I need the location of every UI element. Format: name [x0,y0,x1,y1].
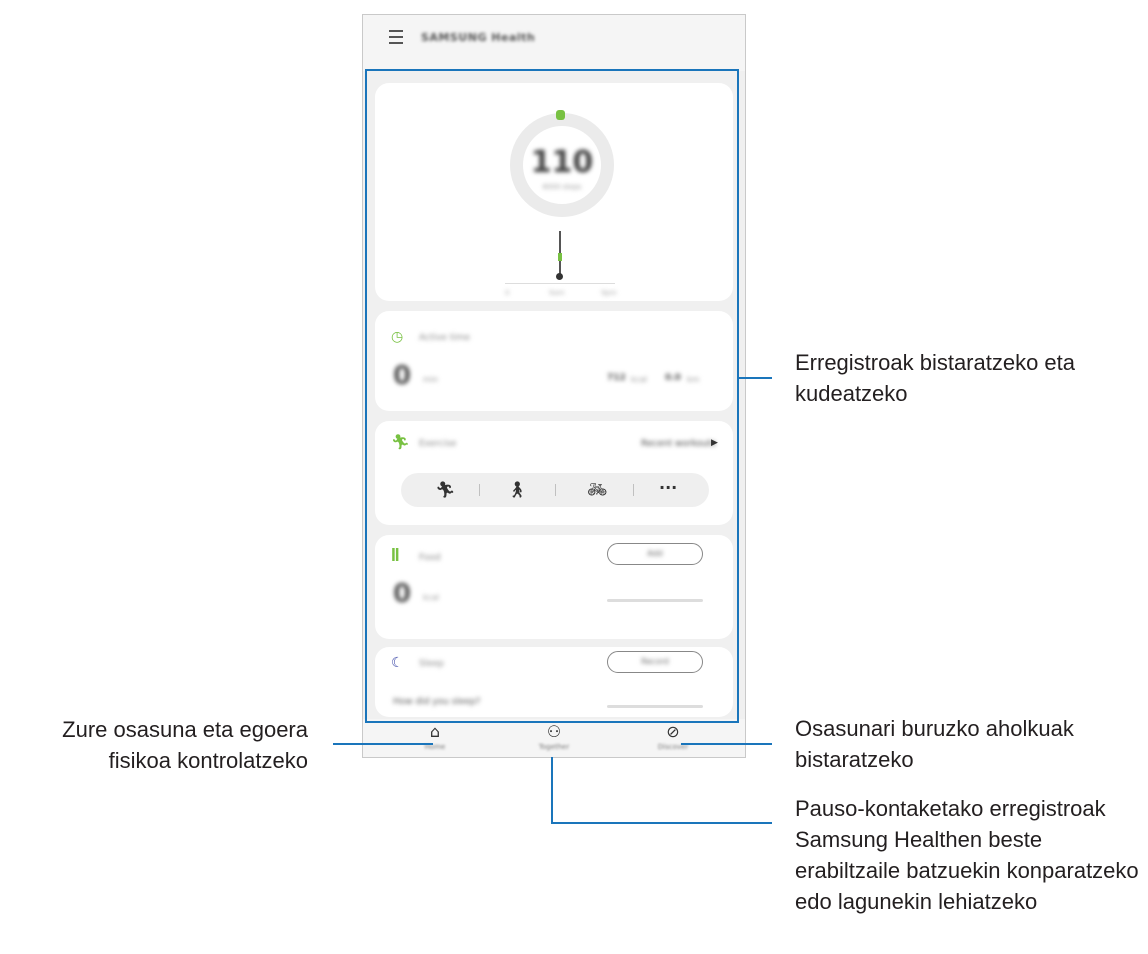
running-icon: 🏃︎ [391,433,411,451]
record-sleep-button[interactable]: Record [607,651,703,673]
active-time-value: 0 [393,361,412,391]
steps-timeline-highlight [558,253,562,261]
app-bar: SAMSUNG Health [363,15,745,71]
axis-tick: 9pm [601,289,617,297]
axis-tick: 9am [549,289,565,297]
food-unit: kcal [423,593,440,602]
running-icon[interactable]: 🏃︎ [435,480,455,499]
divider [555,484,556,496]
sleep-question: How did you sleep? [393,697,481,707]
food-progress-bar [607,599,703,602]
km-unit: km [687,375,700,384]
progress-indicator [556,110,565,120]
chevron-right-icon[interactable]: ▶ [711,438,718,448]
divider [633,484,634,496]
divider [479,484,480,496]
nav-together-label: Together [538,743,570,751]
steps-axis [505,283,615,284]
records-callout-line [739,377,772,379]
timer-icon: ◷ [391,329,404,345]
hamburger-menu-icon[interactable] [389,30,403,48]
exercise-title: Exercise [419,439,457,449]
active-time-title: Active time [419,333,471,343]
records-callout: Erregistroak bistaratzeko eta kudeatzeko [795,350,1076,406]
phone-screen: SAMSUNG Health 110 6000 steps 0 9am 9pm … [362,14,746,758]
steps-value: 110 [530,145,594,180]
active-time-unit: min [423,375,439,384]
people-icon: ⚇ [546,722,562,741]
home-callout-line [333,743,433,745]
bottom-navigation: ⌂ Home ⚇ Together ⊘ Discover [363,719,745,757]
kcal-unit: kcal [631,375,648,384]
together-callout-line-vertical [551,757,553,823]
fork-knife-icon: ǁ [391,547,400,562]
recent-workouts-link[interactable]: Recent workouts [641,439,716,449]
km-value: 0.0 [665,373,681,383]
steps-card[interactable]: 110 6000 steps 0 9am 9pm [375,83,733,301]
record-sleep-button-label: Record [641,657,669,666]
add-food-button-label: Add [647,549,663,558]
cycling-icon[interactable]: 🚲︎ [587,480,607,499]
discover-callout: Osasunari buruzko aholkuak bistaratzeko [795,716,1074,772]
food-card[interactable]: ǁ Food Add 0 kcal [375,535,733,639]
exercise-card[interactable]: 🏃︎ Exercise Recent workouts ▶ 🏃︎ 🚶︎ 🚲︎ ·… [375,421,733,525]
app-title: SAMSUNG Health [421,31,536,44]
active-time-card[interactable]: ◷ Active time 0 min 712 kcal 0.0 km [375,311,733,411]
sleep-title: Sleep [419,659,445,669]
food-title: Food [419,553,441,563]
quick-start-row: 🏃︎ 🚶︎ 🚲︎ ··· [401,473,709,507]
sleep-progress-bar [607,705,703,708]
nav-together[interactable]: ⚇ Together [509,722,599,752]
steps-timeline-dot [556,273,563,280]
compass-icon: ⊘ [666,722,680,741]
more-icon[interactable]: ··· [659,478,677,497]
together-callout-line-horizontal [551,822,772,824]
nav-discover[interactable]: ⊘ Discover [628,722,718,752]
moon-icon: ☾ [391,655,404,671]
add-food-button[interactable]: Add [607,543,703,565]
steps-caption: 6000 steps [542,183,582,191]
walking-icon[interactable]: 🚶︎ [507,480,527,499]
axis-tick: 0 [505,289,510,297]
together-callout: Pauso-kontaketako erregistroak Samsung H… [795,796,1139,914]
discover-callout-line [681,743,772,745]
kcal-value: 712 [607,373,626,383]
home-callout: Zure osasuna eta egoera fisikoa kontrola… [62,717,308,773]
nav-home[interactable]: ⌂ Home [390,722,480,752]
sleep-card[interactable]: ☾ Sleep Record How did you sleep? [375,647,733,717]
home-icon: ⌂ [429,722,441,741]
food-value: 0 [393,579,412,609]
